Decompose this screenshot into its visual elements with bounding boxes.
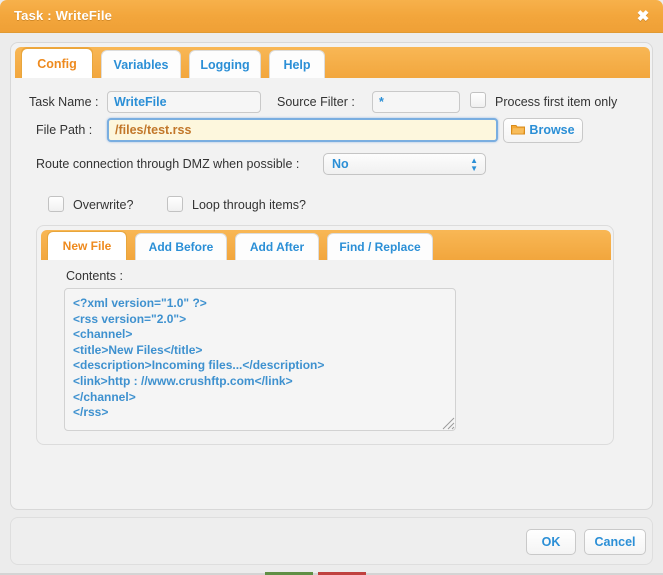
main-tabstrip: Config Variables Logging Help — [15, 47, 650, 79]
process-first-item-label: Process first item only — [495, 95, 618, 109]
source-filter-input[interactable] — [372, 91, 460, 113]
file-path-label: File Path : — [36, 123, 93, 137]
contents-label: Contents : — [66, 269, 123, 283]
browse-button-label: Browse — [529, 123, 575, 137]
file-path-input[interactable] — [107, 118, 498, 142]
source-filter-label: Source Filter : — [277, 95, 355, 109]
tab-new-file[interactable]: New File — [47, 231, 127, 260]
tab-logging[interactable]: Logging — [189, 50, 261, 79]
loop-through-items-label: Loop through items? — [192, 198, 306, 212]
dialog-titlebar: Task : WriteFile ✖ — [0, 0, 663, 33]
tab-add-after[interactable]: Add After — [235, 233, 319, 260]
dmz-select-value: No — [332, 157, 349, 171]
task-dialog: Task : WriteFile ✖ Config Variables Logg… — [0, 0, 663, 575]
contents-textarea[interactable] — [64, 288, 456, 431]
dmz-select[interactable]: No ▲ ▼ — [323, 153, 486, 175]
dialog-footer: OK Cancel — [10, 517, 653, 565]
dialog-body: Config Variables Logging Help Task Name … — [0, 33, 663, 575]
task-name-input[interactable] — [107, 91, 261, 113]
file-mode-tabstrip: New File Add Before Add After Find / Rep… — [41, 230, 611, 260]
dmz-label: Route connection through DMZ when possib… — [36, 157, 300, 171]
tab-find-replace[interactable]: Find / Replace — [327, 233, 433, 260]
chevron-updown-icon: ▲ ▼ — [470, 156, 478, 173]
tab-add-before[interactable]: Add Before — [135, 233, 227, 260]
overwrite-label: Overwrite? — [73, 198, 134, 212]
config-panel: Config Variables Logging Help Task Name … — [10, 42, 653, 510]
overwrite-checkbox[interactable] — [48, 196, 64, 212]
tab-help[interactable]: Help — [269, 50, 325, 79]
config-tab-content: Task Name : Source Filter : Process firs… — [15, 78, 650, 506]
folder-icon — [511, 120, 526, 135]
loop-through-items-checkbox[interactable] — [167, 196, 183, 212]
close-icon[interactable]: ✖ — [633, 7, 653, 27]
cancel-button[interactable]: Cancel — [584, 529, 646, 555]
process-first-item-checkbox[interactable] — [470, 92, 486, 108]
file-mode-panel: New File Add Before Add After Find / Rep… — [36, 225, 614, 445]
browse-button[interactable]: Browse — [503, 118, 583, 143]
task-name-label: Task Name : — [29, 95, 99, 109]
dialog-title: Task : WriteFile — [14, 8, 113, 23]
tab-variables[interactable]: Variables — [101, 50, 181, 79]
tab-config[interactable]: Config — [21, 48, 93, 79]
ok-button[interactable]: OK — [526, 529, 576, 555]
